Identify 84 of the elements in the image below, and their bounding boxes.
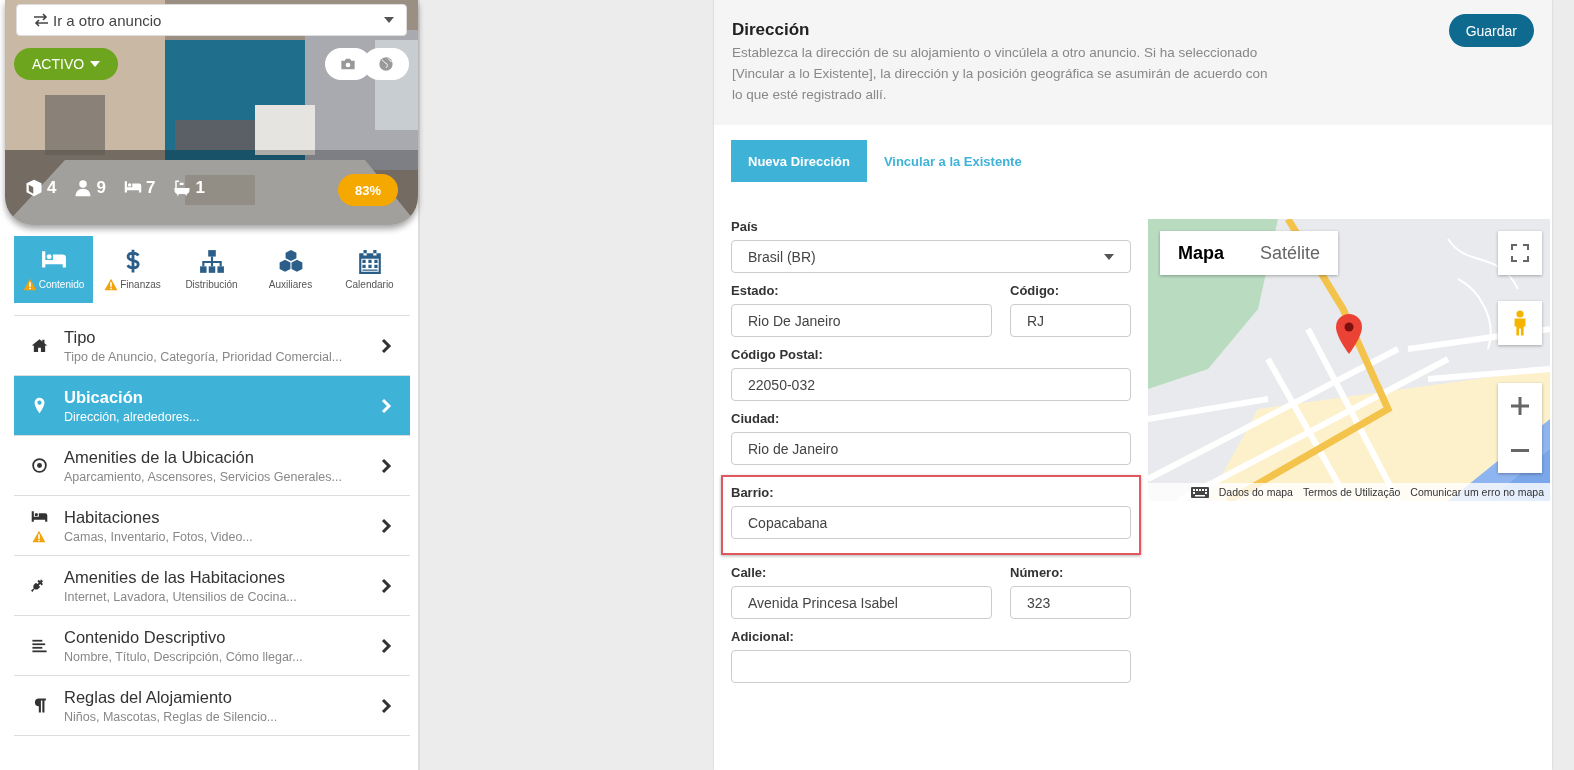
chevron-right-icon <box>380 457 392 474</box>
section-title: Amenities de la Ubicación <box>64 447 255 467</box>
select-field[interactable]: Brasil (BR) <box>731 240 1131 273</box>
calendar-icon <box>356 249 383 275</box>
stat-count: 1 <box>195 178 205 198</box>
section-subtitle: Niños, Mascotas, Reglas de Silencio... <box>64 709 279 724</box>
chevron-right-icon <box>380 697 392 714</box>
fullscreen-button[interactable] <box>1498 231 1542 275</box>
input-field[interactable]: Avenida Princesa Isabel <box>731 586 992 619</box>
module-label: Contenido <box>38 279 85 290</box>
section-title: Reglas del Alojamiento <box>64 687 233 707</box>
input-field[interactable]: Rio de Janeiro <box>731 432 1131 465</box>
module-label: Auxiliares <box>268 279 313 290</box>
input-field[interactable]: Copacabana <box>731 506 1131 539</box>
module-tab[interactable]: Finanzas <box>93 236 172 303</box>
stat-count: 4 <box>47 178 57 198</box>
text-lines-icon <box>30 637 48 654</box>
chevron-right-icon <box>380 577 392 594</box>
section-subtitle: Dirección, alrededores... <box>64 409 201 424</box>
field-label: Adicional: <box>731 629 795 644</box>
cube-icon <box>25 179 43 197</box>
globe-icon <box>378 56 394 72</box>
section-subtitle: Nombre, Título, Descripción, Cómo llegar... <box>64 649 304 664</box>
section-subtitle: Tipo de Anuncio, Categoría, Prioridad Comercial... <box>64 349 344 364</box>
map-footer-link[interactable]: Dados do mapa <box>1218 486 1293 498</box>
panel-description: Establezca la dirección de su alojamiento o vincúlela a otro anuncio. Si ha seleccionado [Vincular a lo Existente], la dirección y la posición geográfica se asumirán de acuerdo con lo que esté registrado allí. <box>732 44 1269 104</box>
caret-down-icon <box>1104 253 1114 260</box>
map-pin-icon <box>1336 314 1362 354</box>
module-tab[interactable]: Auxiliares <box>251 236 330 303</box>
map-type-tab[interactable]: Mapa <box>1160 231 1242 275</box>
camera-icon <box>340 56 356 72</box>
field-label: Código: <box>1010 283 1061 298</box>
completion-badge: 83% <box>338 174 398 206</box>
chevron-right-icon <box>380 397 392 414</box>
module-tab[interactable]: Calendario <box>330 236 409 303</box>
module-label: Finanzas <box>120 279 161 290</box>
field-label: Código Postal: <box>731 347 824 362</box>
field-label: Barrio: <box>731 485 775 500</box>
section-title: Habitaciones <box>64 507 161 527</box>
stat-count: 7 <box>145 178 156 198</box>
target-icon <box>30 457 48 474</box>
module-tab[interactable]: Distribución <box>172 236 251 303</box>
field-label: País <box>731 219 759 234</box>
field-label: Estado: <box>731 283 780 298</box>
section-title: Contenido Descriptivo <box>64 627 227 647</box>
section-title: Ubicación <box>64 387 144 407</box>
field-label: Número: <box>1010 565 1065 580</box>
panel-title: Dirección <box>732 20 811 40</box>
keyboard-icon <box>1190 486 1209 498</box>
listing-switcher-dropdown[interactable]: Ir a otro anuncio <box>16 4 407 36</box>
chevron-right-icon <box>380 337 392 354</box>
chevron-right-icon <box>380 637 392 654</box>
caret-down-icon <box>90 61 101 67</box>
sitemap-icon <box>198 249 225 275</box>
map-footer-link[interactable]: Termos de Utilização <box>1302 486 1401 498</box>
person-icon <box>74 179 93 197</box>
section-subtitle: Internet, Lavadora, Utensilios de Cocina... <box>64 589 298 604</box>
module-label: Calendario <box>345 279 394 290</box>
input-field[interactable]: 22050-032 <box>731 368 1131 401</box>
module-label: Distribución <box>185 279 238 290</box>
map-type-tab[interactable]: Satélite <box>1242 231 1339 275</box>
pegman-button[interactable] <box>1498 301 1542 345</box>
cubes-icon <box>277 249 304 275</box>
section-title: Amenities de las Habitaciones <box>64 567 287 587</box>
input-field[interactable]: Rio De Janeiro <box>731 304 992 337</box>
plus-icon <box>1510 395 1530 416</box>
section-subtitle: Camas, Inventario, Fotos, Video... <box>64 529 254 544</box>
home-icon <box>30 337 48 354</box>
section-title: Tipo <box>64 327 97 347</box>
stat-count: 9 <box>96 178 106 198</box>
chevron-right-icon <box>380 517 392 534</box>
input-field[interactable] <box>731 650 1131 683</box>
fullscreen-icon <box>1510 243 1530 263</box>
save-button[interactable]: Guardar <box>1448 14 1534 47</box>
map-footer-link[interactable]: Comunicar um erro no mapa <box>1410 486 1544 498</box>
input-field[interactable]: 323 <box>1010 586 1131 619</box>
field-label: Ciudad: <box>731 411 781 426</box>
input-field[interactable]: RJ <box>1010 304 1131 337</box>
minus-icon <box>1510 449 1530 452</box>
swap-arrows-icon <box>33 13 49 27</box>
section-subtitle: Aparcamiento, Ascensores, Servicios Generales... <box>64 469 343 484</box>
bathtub-icon <box>173 179 192 197</box>
caret-down-icon <box>384 17 394 23</box>
field-label: Calle: <box>731 565 768 580</box>
